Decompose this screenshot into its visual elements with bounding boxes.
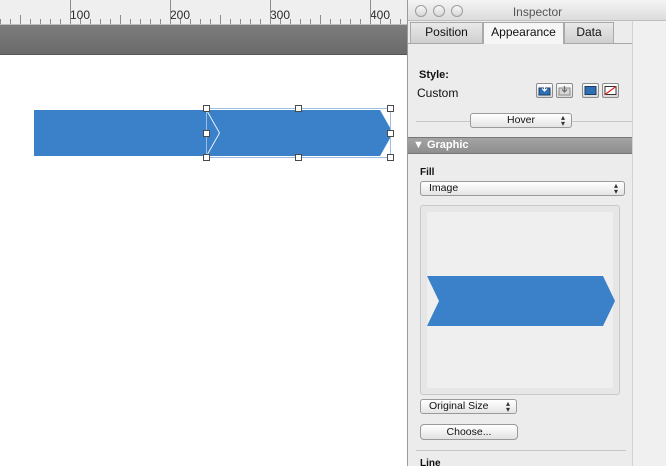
ruler-tick	[110, 19, 111, 24]
ruler-tick	[300, 19, 301, 24]
no-fill-icon	[604, 85, 617, 96]
resize-handle	[295, 154, 302, 161]
ruler-tick	[70, 0, 71, 24]
image-preview-well[interactable]	[420, 205, 620, 395]
inspector-titlebar[interactable]: Inspector	[408, 0, 666, 21]
ruler-tick	[200, 19, 201, 24]
stepper-arrows-icon: ▴ ▾	[560, 113, 565, 128]
tab-appearance[interactable]: Appearance	[483, 22, 564, 44]
ruler-tick	[340, 19, 341, 24]
ruler-tick	[150, 19, 151, 24]
resize-handle	[387, 105, 394, 112]
app-window: 100 200 300 400 Inspector Position Appea…	[0, 0, 666, 466]
resize-handle	[203, 105, 210, 112]
ruler-tick	[380, 19, 381, 24]
ruler-tick	[330, 19, 331, 24]
ruler-tick	[250, 19, 251, 24]
ruler-tick	[310, 19, 311, 24]
ruler-tick	[0, 19, 1, 24]
style-save-button[interactable]	[536, 83, 553, 98]
resize-handle	[203, 154, 210, 161]
state-select[interactable]: Hover ▴ ▾	[470, 113, 572, 128]
no-fill-style-button[interactable]	[602, 83, 619, 98]
ruler-tick	[190, 19, 191, 24]
ruler-tick	[320, 15, 321, 24]
ruler-tick	[220, 15, 221, 24]
fill-label: Fill	[420, 167, 435, 178]
ruler-tick	[270, 0, 271, 24]
resize-handle	[295, 105, 302, 112]
ruler-tick	[180, 19, 181, 24]
ruler-tick	[10, 19, 11, 24]
ruler-tick	[80, 19, 81, 24]
inspector-tabs: Position Appearance Data	[408, 22, 666, 44]
ruler-tick	[360, 19, 361, 24]
ruler-tick	[120, 15, 121, 24]
ruler-tick	[290, 19, 291, 24]
preview-arrow-image	[427, 276, 615, 326]
ruler-tick	[230, 19, 231, 24]
line-label: Line	[420, 458, 441, 466]
style-label: Style:	[419, 69, 449, 81]
ruler-tick	[160, 19, 161, 24]
style-value: Custom	[417, 86, 459, 100]
ruler-tick	[130, 19, 131, 24]
graphic-section-header[interactable]: ▼ Graphic	[408, 137, 633, 154]
ruler-tick	[90, 19, 91, 24]
section-title: Graphic	[426, 139, 469, 151]
arrow-shape-right-selected[interactable]	[207, 110, 393, 156]
design-canvas[interactable]	[0, 55, 410, 466]
tab-position[interactable]: Position	[410, 22, 483, 43]
stepper-arrows-icon: ▴ ▾	[505, 399, 510, 414]
fill-style-button[interactable]	[582, 83, 599, 98]
resize-handle	[203, 130, 210, 137]
image-size-value: Original Size	[429, 400, 489, 412]
ruler-tick	[100, 19, 101, 24]
arrow-shape-left[interactable]	[34, 110, 219, 156]
ruler-tick	[390, 19, 391, 24]
choose-image-button[interactable]: Choose...	[420, 424, 518, 440]
resize-handle	[387, 154, 394, 161]
ruler-tick	[40, 19, 41, 24]
style-load-button[interactable]	[556, 83, 573, 98]
fill-type-select[interactable]: Image ▴ ▾	[420, 181, 625, 196]
save-style-icon	[538, 85, 551, 96]
ruler-tick	[280, 19, 281, 24]
ruler-tick	[140, 19, 141, 24]
ruler-tick	[170, 0, 171, 24]
ruler-tick	[350, 19, 351, 24]
divider	[416, 450, 626, 451]
inspector-title: Inspector	[512, 5, 563, 19]
inspector-scrollbar[interactable]	[632, 21, 666, 466]
ruler-tick	[240, 19, 241, 24]
stepper-arrows-icon: ▴ ▾	[613, 181, 618, 196]
ruler-tick	[60, 19, 61, 24]
ruler-tick	[260, 19, 261, 24]
horizontal-ruler: 100 200 300 400	[0, 0, 410, 25]
fill-type-value: Image	[429, 182, 459, 194]
tab-data[interactable]: Data	[564, 22, 614, 43]
load-style-icon	[558, 86, 571, 96]
disclosure-triangle-icon[interactable]: ▼	[413, 139, 424, 151]
ruler-tick	[400, 19, 401, 24]
resize-handle	[387, 130, 394, 137]
ruler-tick	[20, 15, 21, 24]
ruler-tick	[370, 0, 371, 24]
ruler-tick	[50, 19, 51, 24]
state-select-value: Hover	[506, 114, 535, 126]
ruler-tick	[30, 19, 31, 24]
ruler-tick	[210, 19, 211, 24]
image-preview-inner	[427, 212, 615, 388]
image-size-select[interactable]: Original Size ▴ ▾	[420, 399, 517, 414]
filled-rect-icon	[584, 86, 597, 95]
toolbar-strip	[0, 25, 410, 55]
